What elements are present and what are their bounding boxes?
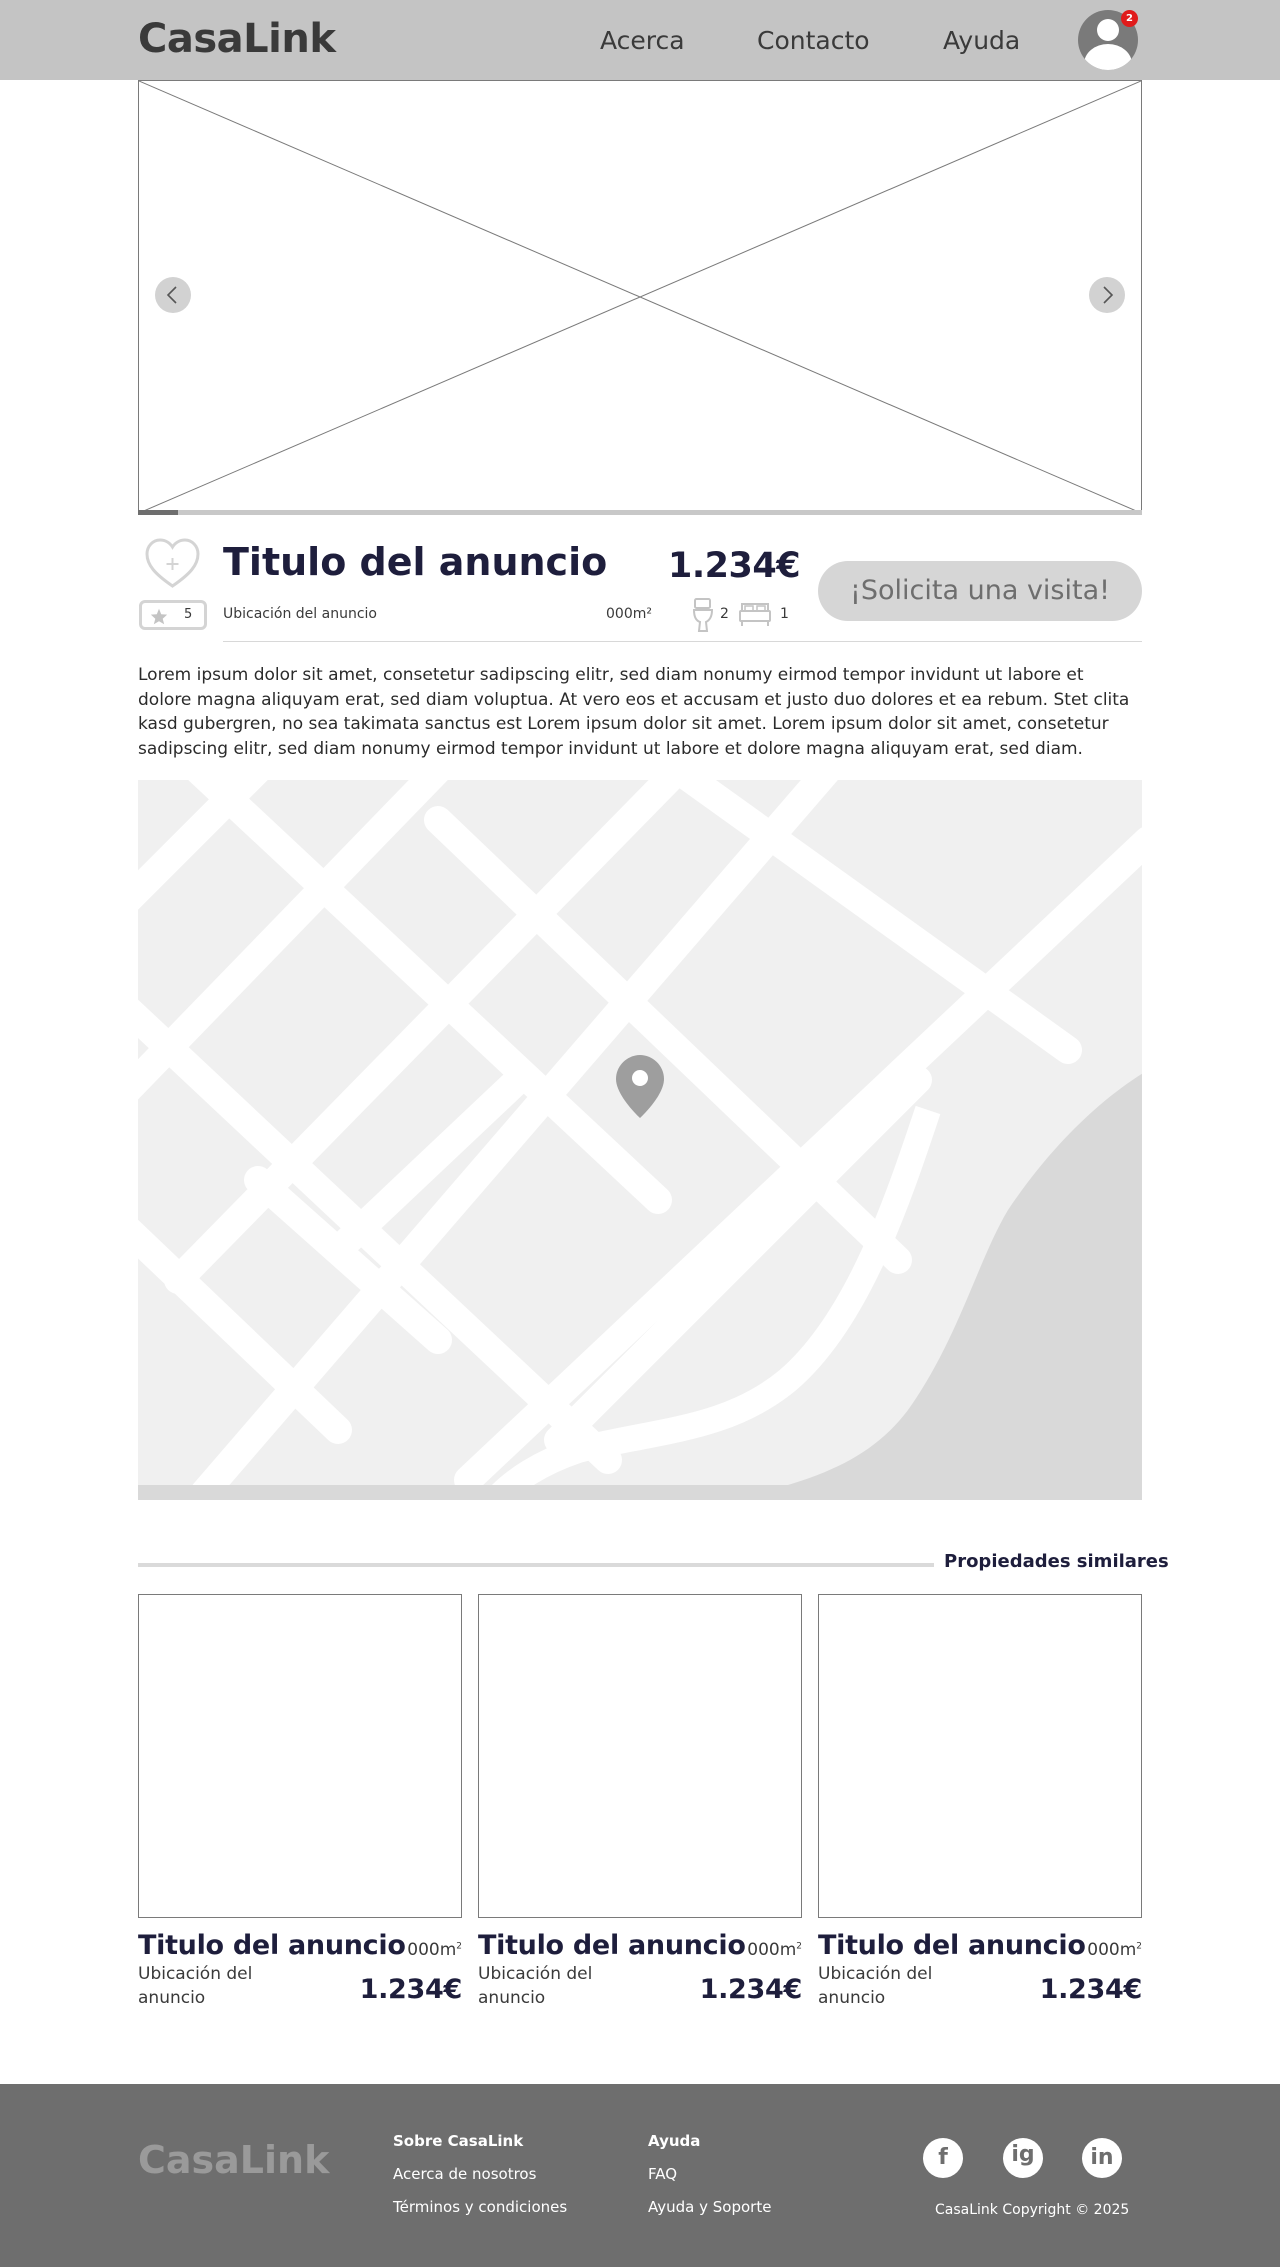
star-icon	[150, 608, 168, 625]
footer-link-terms[interactable]: Términos y condiciones	[393, 2198, 567, 2216]
chevron-left-icon	[166, 286, 177, 304]
nav-link-ayuda[interactable]: Ayuda	[943, 26, 1020, 55]
listing-description: Lorem ipsum dolor sit amet, consetetur s…	[138, 665, 1130, 759]
notification-badge[interactable]: 2	[1121, 10, 1138, 27]
request-visit-button[interactable]: ¡Solicita una visita!	[818, 561, 1142, 621]
toilet-icon	[692, 598, 714, 632]
section-divider	[223, 641, 1142, 642]
carousel-progress-fill	[138, 510, 179, 515]
location-map[interactable]	[138, 780, 1142, 1500]
listing-area: 000m²	[606, 606, 652, 622]
property-card-area: 000m2	[407, 1940, 462, 1960]
map-streets	[138, 780, 1142, 1500]
footer-link-support[interactable]: Ayuda y Soporte	[648, 2198, 771, 2216]
site-logo[interactable]: CasaLink	[138, 16, 336, 62]
facebook-icon[interactable]: f	[923, 2138, 963, 2178]
similar-heading: Propiedades similares	[944, 1551, 1169, 1572]
heart-plus-icon[interactable]	[145, 538, 200, 590]
property-card-image[interactable]	[478, 1594, 802, 1918]
footer-heading-about: Sobre CasaLink	[393, 2132, 524, 2150]
property-card-price: 1.234€	[359, 1974, 463, 2005]
footer-link-faq[interactable]: FAQ	[648, 2165, 677, 2183]
property-card[interactable]: Titulo del anuncio 000m2 Ubicación del a…	[138, 1594, 462, 2008]
copyright-text: CasaLink Copyright © 2025	[935, 2202, 1130, 2218]
property-card-area: 000m2	[1087, 1940, 1142, 1960]
property-card[interactable]: Titulo del anuncio 000m2 Ubicación del a…	[478, 1594, 802, 2008]
property-card-title[interactable]: Titulo del anuncio	[478, 1930, 746, 1961]
bedroom-count: 1	[780, 606, 789, 622]
carousel-next-button[interactable]	[1089, 277, 1125, 313]
property-card-location: Ubicación del anuncio	[138, 1964, 253, 2008]
carousel-prev-button[interactable]	[155, 277, 191, 313]
footer-logo[interactable]: CasaLink	[138, 2138, 329, 2182]
bed-icon	[739, 603, 771, 626]
image-carousel[interactable]	[138, 80, 1142, 514]
listing-title: Titulo del anuncio	[223, 540, 608, 584]
site-footer: CasaLink Sobre CasaLink Acerca de nosotr…	[0, 2084, 1280, 2267]
nav-link-contacto[interactable]: Contacto	[757, 26, 870, 55]
listing-price: 1.234€	[668, 546, 801, 586]
chevron-right-icon	[1103, 286, 1114, 304]
property-card-price: 1.234€	[1039, 1974, 1143, 2005]
image-placeholder	[139, 81, 1141, 513]
footer-heading-help: Ayuda	[648, 2132, 701, 2150]
rating-value: 5	[184, 607, 193, 622]
linkedin-icon[interactable]: in	[1082, 2138, 1122, 2178]
property-card-title[interactable]: Titulo del anuncio	[138, 1930, 406, 1961]
property-card-area: 000m2	[747, 1940, 802, 1960]
rating-badge: 5	[139, 600, 207, 630]
instagram-icon[interactable]: ig	[1003, 2138, 1043, 2178]
similar-divider	[138, 1563, 934, 1567]
property-card-image[interactable]	[818, 1594, 1142, 1918]
property-card-title[interactable]: Titulo del anuncio	[818, 1930, 1086, 1961]
listing-location: Ubicación del anuncio	[223, 606, 377, 622]
property-card-location: Ubicación del anuncio	[818, 1964, 933, 2008]
top-header: CasaLink Acerca Contacto Ayuda 2	[0, 0, 1280, 80]
property-card-image[interactable]	[138, 1594, 462, 1918]
bathroom-count: 2	[720, 606, 729, 622]
property-card-price: 1.234€	[699, 1974, 803, 2005]
property-card-location: Ubicación del anuncio	[478, 1964, 593, 2008]
property-card[interactable]: Titulo del anuncio 000m2 Ubicación del a…	[818, 1594, 1142, 2008]
footer-link-about-us[interactable]: Acerca de nosotros	[393, 2165, 536, 2183]
carousel-progress-track	[138, 510, 1142, 515]
nav-link-acerca[interactable]: Acerca	[600, 26, 685, 55]
